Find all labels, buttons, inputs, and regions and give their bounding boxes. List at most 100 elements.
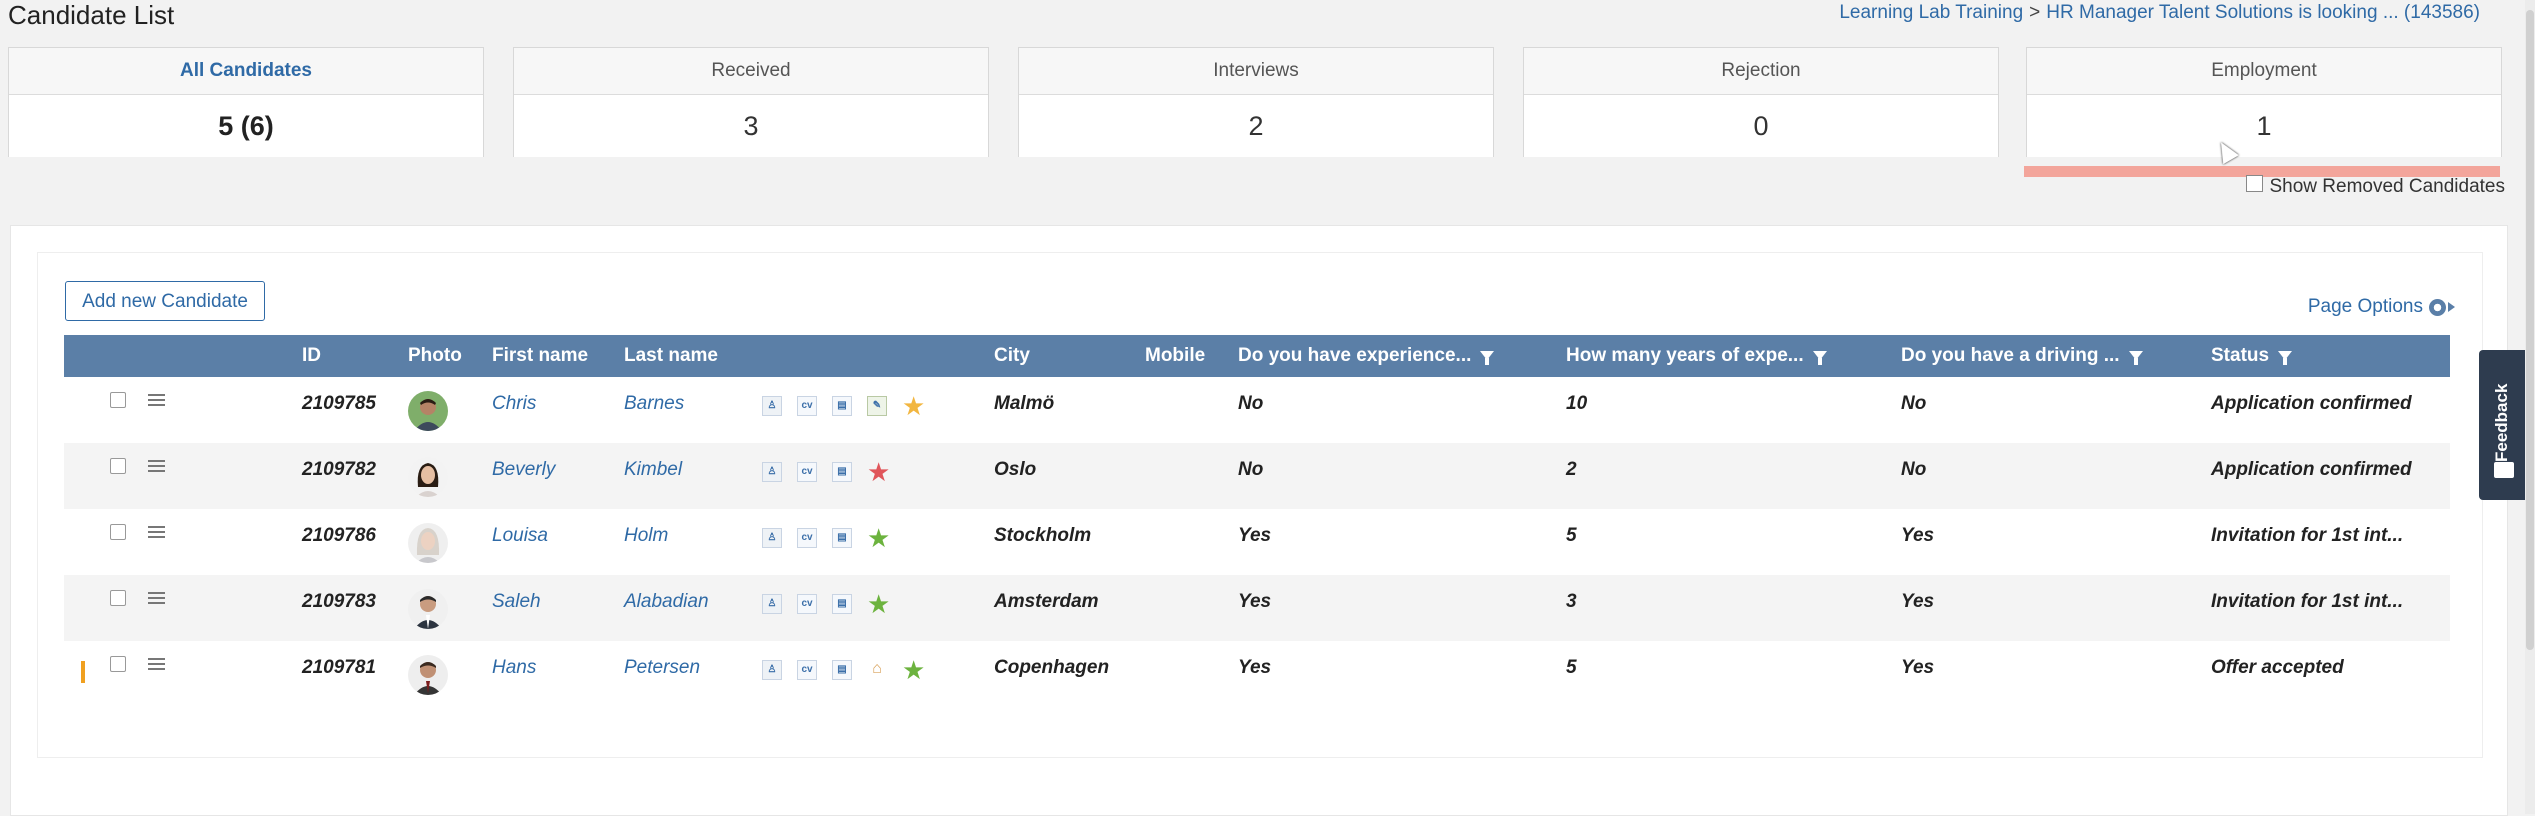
document-icon[interactable]: ▤ — [832, 660, 852, 680]
document-icon[interactable]: ▤ — [832, 528, 852, 548]
breadcrumb-parent-link[interactable]: Learning Lab Training — [1839, 2, 2023, 23]
profile-icon[interactable]: ♙ — [762, 462, 782, 482]
caret-right-icon — [2448, 302, 2455, 312]
cv-icon[interactable]: cv — [797, 528, 817, 548]
cell-status: Invitation for 1st int... — [2211, 525, 2404, 546]
cell-last-name[interactable]: Kimbel — [624, 459, 682, 481]
cell-last-name[interactable]: Holm — [624, 525, 668, 547]
row-menu-icon[interactable] — [148, 592, 165, 604]
header-id[interactable]: ID — [302, 335, 321, 377]
header-mobile[interactable]: Mobile — [1145, 335, 1205, 377]
cv-icon[interactable]: cv — [797, 462, 817, 482]
tile-count: 2 — [1019, 95, 1493, 157]
cell-first-name[interactable]: Louisa — [492, 525, 548, 547]
table-row[interactable]: 2109783 Saleh Alabadian ♙ cv ▤ ★ Amsterd… — [64, 575, 2450, 641]
show-removed-checkbox[interactable] — [2246, 174, 2264, 192]
filter-icon[interactable] — [2278, 351, 2293, 365]
cell-id: 2109781 — [302, 657, 376, 678]
row-checkbox[interactable] — [110, 590, 126, 606]
cell-first-name[interactable]: Chris — [492, 393, 536, 415]
row-checkbox[interactable] — [110, 458, 126, 474]
header-last-name[interactable]: Last name — [624, 335, 718, 377]
row-checkbox[interactable] — [110, 392, 126, 408]
avatar — [408, 655, 448, 695]
profile-icon[interactable]: ♙ — [762, 594, 782, 614]
page-title: Candidate List — [8, 0, 175, 30]
header-q3-label: Do you have a driving ... — [1901, 345, 2120, 366]
row-flag-marker — [81, 661, 85, 683]
header-q2[interactable]: How many years of expe... — [1566, 335, 1827, 377]
cell-q2: 5 — [1566, 525, 1577, 546]
edit-note-icon[interactable]: ✎ — [867, 396, 887, 416]
header-photo[interactable]: Photo — [408, 335, 462, 377]
tile-count: 3 — [514, 95, 988, 157]
cell-last-name[interactable]: Petersen — [624, 657, 700, 679]
star-rating-icon[interactable]: ★ — [867, 525, 890, 551]
table-row[interactable]: 2109781 Hans Petersen ♙ cv ▤ ⌂ ★ Copenha… — [64, 641, 2450, 707]
filter-icon[interactable] — [1812, 351, 1827, 365]
breadcrumb-current-link[interactable]: HR Manager Talent Solutions is looking .… — [2046, 2, 2480, 23]
page-options-link[interactable]: Page Options — [2308, 296, 2455, 318]
header-status[interactable]: Status — [2211, 335, 2293, 377]
cell-first-name[interactable]: Beverly — [492, 459, 555, 481]
document-icon[interactable]: ▤ — [832, 594, 852, 614]
profile-icon[interactable]: ♙ — [762, 396, 782, 416]
header-q3[interactable]: Do you have a driving ... — [1901, 335, 2143, 377]
avatar — [408, 391, 448, 431]
table-row[interactable]: 2109782 Beverly Kimbel ♙ cv ▤ ★ Oslo No … — [64, 443, 2450, 509]
row-menu-icon[interactable] — [148, 658, 165, 670]
vertical-scrollbar[interactable] — [2525, 0, 2535, 814]
cell-status: Application confirmed — [2211, 393, 2412, 414]
cell-q1: No — [1238, 459, 1264, 480]
cell-q1: Yes — [1238, 525, 1272, 546]
cv-icon[interactable]: cv — [797, 594, 817, 614]
star-rating-icon[interactable]: ★ — [902, 657, 925, 683]
cv-icon[interactable]: cv — [797, 396, 817, 416]
tile-all-candidates[interactable]: All Candidates 5 (6) — [8, 47, 484, 157]
header-first-name[interactable]: First name — [492, 335, 588, 377]
table-row[interactable]: 2109785 Chris Barnes ♙ cv ▤ ✎ ★ Malmö No… — [64, 377, 2450, 443]
grid-header: ID Photo First name Last name City Mobil… — [64, 335, 2450, 377]
table-row[interactable]: 2109786 Louisa Holm ♙ cv ▤ ★ Stockholm Y… — [64, 509, 2450, 575]
profile-icon[interactable]: ♙ — [762, 660, 782, 680]
row-checkbox[interactable] — [110, 656, 126, 672]
tile-rejection[interactable]: Rejection 0 — [1523, 47, 1999, 157]
cv-icon[interactable]: cv — [797, 660, 817, 680]
feedback-tab[interactable]: Feedback — [2479, 350, 2529, 500]
cell-status: Application confirmed — [2211, 459, 2412, 480]
feedback-label: Feedback — [2492, 383, 2511, 462]
star-rating-icon[interactable]: ★ — [867, 591, 890, 617]
cell-last-name[interactable]: Barnes — [624, 393, 684, 415]
graduation-hat-icon[interactable]: ⌂ — [867, 660, 887, 680]
tile-interviews[interactable]: Interviews 2 — [1018, 47, 1494, 157]
cell-q1: No — [1238, 393, 1264, 414]
tile-employment[interactable]: Employment 1 — [2026, 47, 2502, 157]
document-icon[interactable]: ▤ — [832, 462, 852, 482]
row-checkbox[interactable] — [110, 524, 126, 540]
cell-last-name[interactable]: Alabadian — [624, 591, 709, 613]
tile-received[interactable]: Received 3 — [513, 47, 989, 157]
add-candidate-button[interactable]: Add new Candidate — [65, 281, 265, 321]
row-menu-icon[interactable] — [148, 526, 165, 538]
tile-count: 1 — [2027, 95, 2501, 157]
avatar — [408, 523, 448, 563]
cell-city: Malmö — [994, 393, 1055, 414]
row-menu-icon[interactable] — [148, 460, 165, 472]
filter-icon[interactable] — [2128, 351, 2143, 365]
profile-icon[interactable]: ♙ — [762, 528, 782, 548]
star-rating-icon[interactable]: ★ — [902, 393, 925, 419]
header-q1-label: Do you have experience... — [1238, 345, 1472, 366]
cell-first-name[interactable]: Saleh — [492, 591, 541, 613]
scrollbar-thumb[interactable] — [2526, 10, 2534, 650]
star-rating-icon[interactable]: ★ — [867, 459, 890, 485]
cell-q1: Yes — [1238, 657, 1272, 678]
show-removed-toggle[interactable]: Show Removed Candidates — [2246, 174, 2505, 198]
row-menu-icon[interactable] — [148, 394, 165, 406]
header-q1[interactable]: Do you have experience... — [1238, 335, 1495, 377]
header-city[interactable]: City — [994, 335, 1030, 377]
cell-q2: 5 — [1566, 657, 1577, 678]
cell-first-name[interactable]: Hans — [492, 657, 536, 679]
document-icon[interactable]: ▤ — [832, 396, 852, 416]
filter-icon[interactable] — [1480, 351, 1495, 365]
cell-status: Offer accepted — [2211, 657, 2344, 678]
